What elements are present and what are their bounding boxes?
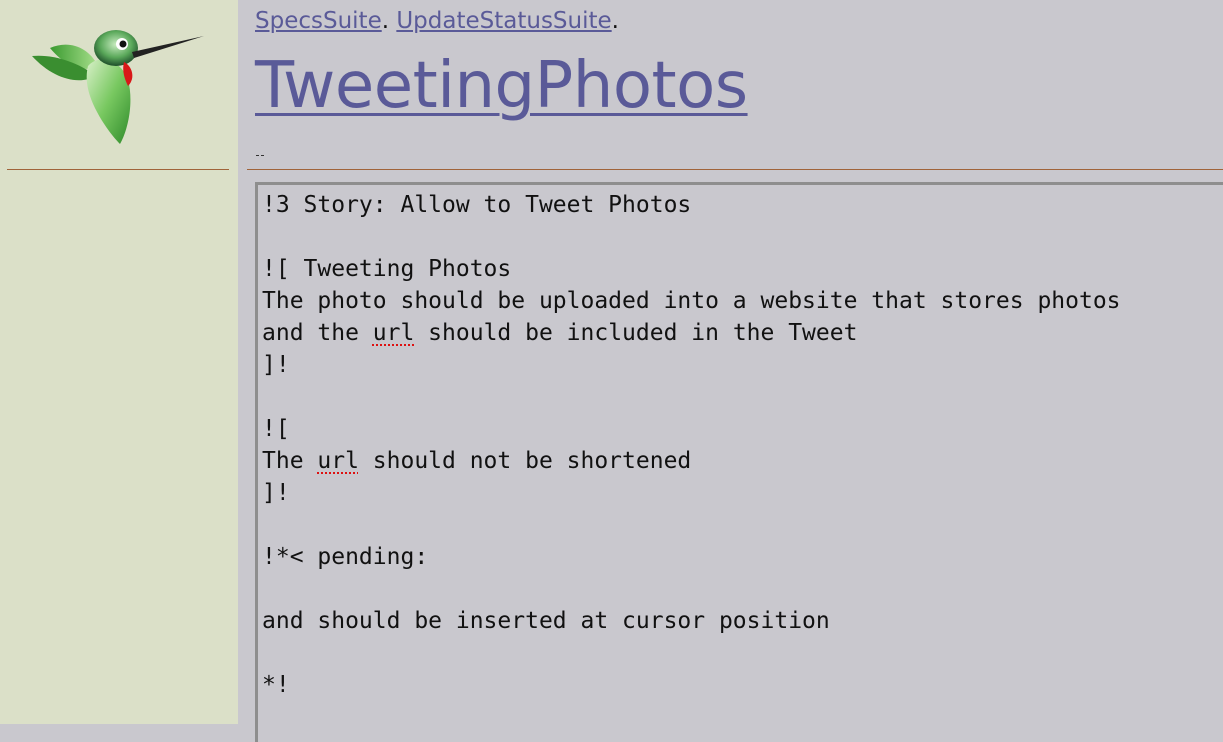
editor-line: !*< pending: — [262, 541, 1223, 573]
editor-text: ![ — [262, 416, 290, 442]
editor-text: The — [262, 448, 318, 474]
editor-line: ]! — [262, 349, 1223, 381]
editor-line: *! — [262, 669, 1223, 701]
editor-line: The url should not be shortened — [262, 445, 1223, 477]
page-title[interactable]: TweetingPhotos — [255, 48, 748, 124]
editor-text: !*< pending: — [262, 544, 429, 570]
editor-text: *! — [262, 672, 290, 698]
editor-text: should be included in the Tweet — [414, 320, 858, 346]
hummingbird-logo-icon[interactable] — [28, 26, 208, 150]
breadcrumb-trail: SpecsSuite. UpdateStatusSuite. — [255, 8, 619, 34]
editor-text: ]! — [262, 480, 290, 506]
editor-line: The photo should be uploaded into a webs… — [262, 285, 1223, 317]
breadcrumb-link-specssuite[interactable]: SpecsSuite — [255, 8, 382, 34]
breadcrumb-link-updatestatussuite[interactable]: UpdateStatusSuite — [396, 8, 611, 34]
sidebar-divider — [7, 169, 229, 170]
editor-line: !3 Story: Allow to Tweet Photos — [262, 189, 1223, 221]
editor-text: !3 Story: Allow to Tweet Photos — [262, 192, 692, 218]
editor-text: The photo should be uploaded into a webs… — [262, 288, 1121, 314]
misspelled-word: url — [372, 320, 415, 346]
misspelled-word: url — [317, 448, 359, 474]
editor-line: ![ Tweeting Photos — [262, 253, 1223, 285]
sidebar — [0, 0, 238, 724]
breadcrumb-separator: . — [611, 8, 619, 34]
editor-line: and should be inserted at cursor positio… — [262, 605, 1223, 637]
editor-line: ![ — [262, 413, 1223, 445]
editor-line: ]! — [262, 477, 1223, 509]
editor-text: and the — [262, 320, 373, 346]
editor-text: ![ Tweeting Photos — [262, 256, 512, 282]
editor-text: should not be shortened — [358, 448, 692, 474]
editor-text: ]! — [262, 352, 290, 378]
wiki-editor-textarea[interactable]: !3 Story: Allow to Tweet Photos ![ Tweeti… — [255, 182, 1223, 742]
header-divider — [247, 169, 1223, 170]
editor-line: and the url should be included in the Tw… — [262, 317, 1223, 349]
editor-text: and should be inserted at cursor positio… — [262, 608, 830, 634]
header-marker — [256, 155, 264, 156]
breadcrumb: SpecsSuite. UpdateStatusSuite. — [255, 8, 619, 34]
breadcrumb-separator: . — [381, 8, 390, 34]
